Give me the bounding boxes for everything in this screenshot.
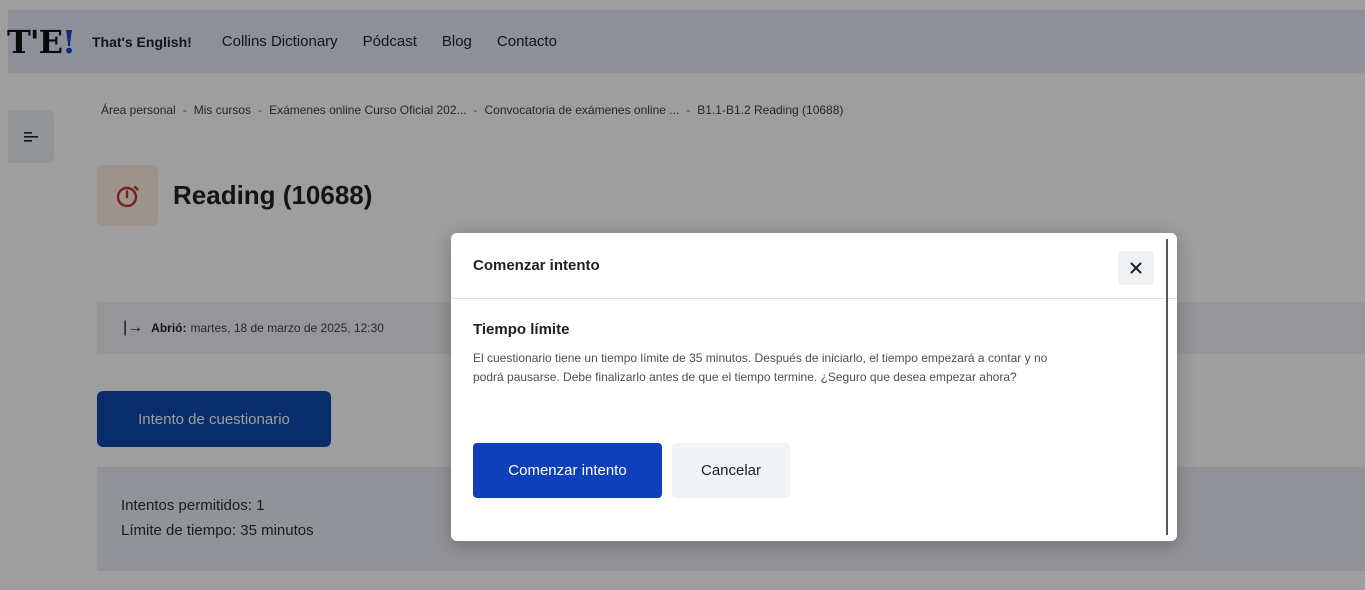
cancel-button[interactable]: Cancelar (672, 443, 790, 498)
start-attempt-button[interactable]: Comenzar intento (473, 443, 662, 498)
modal-scrollbar[interactable] (1166, 239, 1168, 535)
modal-actions: Comenzar intento Cancelar (473, 443, 790, 498)
close-icon[interactable] (1118, 251, 1154, 285)
modal-header: Comenzar intento (451, 233, 1177, 299)
modal-title: Comenzar intento (473, 257, 600, 274)
start-attempt-modal: Comenzar intento Tiempo límite El cuesti… (451, 233, 1177, 541)
modal-subtitle: Tiempo límite (473, 321, 570, 338)
modal-text: El cuestionario tiene un tiempo límite d… (473, 351, 1048, 384)
modal-body: Tiempo límite El cuestionario tiene un t… (451, 299, 1177, 387)
